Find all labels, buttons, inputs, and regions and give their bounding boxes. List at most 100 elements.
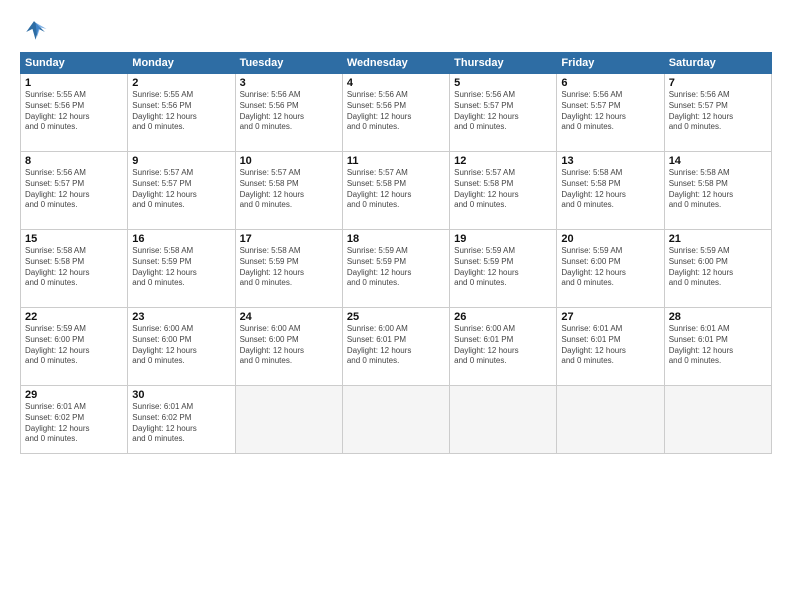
- day-info: Sunrise: 5:55 AM Sunset: 5:56 PM Dayligh…: [132, 90, 230, 133]
- calendar-header-thursday: Thursday: [450, 53, 557, 74]
- day-info: Sunrise: 5:58 AM Sunset: 5:58 PM Dayligh…: [25, 246, 123, 289]
- logo: [20, 18, 52, 46]
- day-number: 8: [25, 155, 123, 167]
- calendar-cell: 20Sunrise: 5:59 AM Sunset: 6:00 PM Dayli…: [557, 230, 664, 308]
- calendar-table: SundayMondayTuesdayWednesdayThursdayFrid…: [20, 52, 772, 454]
- day-number: 12: [454, 155, 552, 167]
- day-number: 23: [132, 311, 230, 323]
- day-number: 24: [240, 311, 338, 323]
- calendar-cell: 24Sunrise: 6:00 AM Sunset: 6:00 PM Dayli…: [235, 308, 342, 386]
- day-number: 27: [561, 311, 659, 323]
- calendar-header-row: SundayMondayTuesdayWednesdayThursdayFrid…: [21, 53, 772, 74]
- calendar-cell: 29Sunrise: 6:01 AM Sunset: 6:02 PM Dayli…: [21, 386, 128, 454]
- calendar-cell: 4Sunrise: 5:56 AM Sunset: 5:56 PM Daylig…: [342, 74, 449, 152]
- calendar-cell: [557, 386, 664, 454]
- calendar-cell: 22Sunrise: 5:59 AM Sunset: 6:00 PM Dayli…: [21, 308, 128, 386]
- calendar-week-1: 8Sunrise: 5:56 AM Sunset: 5:57 PM Daylig…: [21, 152, 772, 230]
- day-info: Sunrise: 5:56 AM Sunset: 5:57 PM Dayligh…: [25, 168, 123, 211]
- day-number: 5: [454, 77, 552, 89]
- day-number: 9: [132, 155, 230, 167]
- day-info: Sunrise: 5:56 AM Sunset: 5:57 PM Dayligh…: [454, 90, 552, 133]
- calendar-cell: 7Sunrise: 5:56 AM Sunset: 5:57 PM Daylig…: [664, 74, 771, 152]
- day-info: Sunrise: 6:01 AM Sunset: 6:02 PM Dayligh…: [25, 402, 123, 445]
- day-info: Sunrise: 5:56 AM Sunset: 5:57 PM Dayligh…: [669, 90, 767, 133]
- day-number: 11: [347, 155, 445, 167]
- calendar-header-saturday: Saturday: [664, 53, 771, 74]
- calendar-cell: 10Sunrise: 5:57 AM Sunset: 5:58 PM Dayli…: [235, 152, 342, 230]
- day-info: Sunrise: 5:56 AM Sunset: 5:56 PM Dayligh…: [240, 90, 338, 133]
- day-number: 20: [561, 233, 659, 245]
- day-number: 19: [454, 233, 552, 245]
- page: SundayMondayTuesdayWednesdayThursdayFrid…: [0, 0, 792, 612]
- calendar-cell: 13Sunrise: 5:58 AM Sunset: 5:58 PM Dayli…: [557, 152, 664, 230]
- calendar-cell: 9Sunrise: 5:57 AM Sunset: 5:57 PM Daylig…: [128, 152, 235, 230]
- calendar-cell: 26Sunrise: 6:00 AM Sunset: 6:01 PM Dayli…: [450, 308, 557, 386]
- calendar-cell: [235, 386, 342, 454]
- calendar-cell: 23Sunrise: 6:00 AM Sunset: 6:00 PM Dayli…: [128, 308, 235, 386]
- calendar-cell: [450, 386, 557, 454]
- calendar-cell: 3Sunrise: 5:56 AM Sunset: 5:56 PM Daylig…: [235, 74, 342, 152]
- day-number: 18: [347, 233, 445, 245]
- day-number: 7: [669, 77, 767, 89]
- day-info: Sunrise: 5:57 AM Sunset: 5:58 PM Dayligh…: [454, 168, 552, 211]
- day-info: Sunrise: 5:59 AM Sunset: 5:59 PM Dayligh…: [454, 246, 552, 289]
- calendar-header-monday: Monday: [128, 53, 235, 74]
- day-info: Sunrise: 5:57 AM Sunset: 5:58 PM Dayligh…: [347, 168, 445, 211]
- calendar-cell: [664, 386, 771, 454]
- calendar-cell: 2Sunrise: 5:55 AM Sunset: 5:56 PM Daylig…: [128, 74, 235, 152]
- day-info: Sunrise: 6:01 AM Sunset: 6:01 PM Dayligh…: [561, 324, 659, 367]
- calendar-cell: 28Sunrise: 6:01 AM Sunset: 6:01 PM Dayli…: [664, 308, 771, 386]
- day-number: 1: [25, 77, 123, 89]
- day-number: 10: [240, 155, 338, 167]
- calendar-cell: 1Sunrise: 5:55 AM Sunset: 5:56 PM Daylig…: [21, 74, 128, 152]
- day-number: 17: [240, 233, 338, 245]
- day-info: Sunrise: 5:59 AM Sunset: 6:00 PM Dayligh…: [561, 246, 659, 289]
- day-number: 16: [132, 233, 230, 245]
- day-number: 28: [669, 311, 767, 323]
- calendar-cell: 21Sunrise: 5:59 AM Sunset: 6:00 PM Dayli…: [664, 230, 771, 308]
- day-number: 15: [25, 233, 123, 245]
- day-info: Sunrise: 6:00 AM Sunset: 6:00 PM Dayligh…: [240, 324, 338, 367]
- calendar-cell: 19Sunrise: 5:59 AM Sunset: 5:59 PM Dayli…: [450, 230, 557, 308]
- calendar-cell: 17Sunrise: 5:58 AM Sunset: 5:59 PM Dayli…: [235, 230, 342, 308]
- day-number: 3: [240, 77, 338, 89]
- calendar-week-4: 29Sunrise: 6:01 AM Sunset: 6:02 PM Dayli…: [21, 386, 772, 454]
- day-info: Sunrise: 5:58 AM Sunset: 5:59 PM Dayligh…: [240, 246, 338, 289]
- calendar-header-sunday: Sunday: [21, 53, 128, 74]
- day-info: Sunrise: 5:56 AM Sunset: 5:56 PM Dayligh…: [347, 90, 445, 133]
- day-number: 21: [669, 233, 767, 245]
- day-info: Sunrise: 5:55 AM Sunset: 5:56 PM Dayligh…: [25, 90, 123, 133]
- day-info: Sunrise: 6:01 AM Sunset: 6:01 PM Dayligh…: [669, 324, 767, 367]
- calendar-week-3: 22Sunrise: 5:59 AM Sunset: 6:00 PM Dayli…: [21, 308, 772, 386]
- day-number: 22: [25, 311, 123, 323]
- day-info: Sunrise: 5:57 AM Sunset: 5:58 PM Dayligh…: [240, 168, 338, 211]
- day-info: Sunrise: 5:58 AM Sunset: 5:58 PM Dayligh…: [561, 168, 659, 211]
- day-info: Sunrise: 5:58 AM Sunset: 5:59 PM Dayligh…: [132, 246, 230, 289]
- calendar-cell: 16Sunrise: 5:58 AM Sunset: 5:59 PM Dayli…: [128, 230, 235, 308]
- calendar-cell: 30Sunrise: 6:01 AM Sunset: 6:02 PM Dayli…: [128, 386, 235, 454]
- calendar-cell: 27Sunrise: 6:01 AM Sunset: 6:01 PM Dayli…: [557, 308, 664, 386]
- header: [20, 18, 772, 46]
- day-number: 2: [132, 77, 230, 89]
- calendar-cell: 25Sunrise: 6:00 AM Sunset: 6:01 PM Dayli…: [342, 308, 449, 386]
- day-info: Sunrise: 5:56 AM Sunset: 5:57 PM Dayligh…: [561, 90, 659, 133]
- calendar-week-2: 15Sunrise: 5:58 AM Sunset: 5:58 PM Dayli…: [21, 230, 772, 308]
- day-number: 6: [561, 77, 659, 89]
- day-info: Sunrise: 5:58 AM Sunset: 5:58 PM Dayligh…: [669, 168, 767, 211]
- calendar-header-friday: Friday: [557, 53, 664, 74]
- calendar-cell: 5Sunrise: 5:56 AM Sunset: 5:57 PM Daylig…: [450, 74, 557, 152]
- day-number: 26: [454, 311, 552, 323]
- day-number: 4: [347, 77, 445, 89]
- day-number: 29: [25, 389, 123, 401]
- logo-icon: [20, 18, 48, 46]
- day-info: Sunrise: 5:59 AM Sunset: 6:00 PM Dayligh…: [669, 246, 767, 289]
- calendar-cell: 15Sunrise: 5:58 AM Sunset: 5:58 PM Dayli…: [21, 230, 128, 308]
- calendar-cell: 6Sunrise: 5:56 AM Sunset: 5:57 PM Daylig…: [557, 74, 664, 152]
- calendar-cell: [342, 386, 449, 454]
- day-number: 13: [561, 155, 659, 167]
- calendar-cell: 12Sunrise: 5:57 AM Sunset: 5:58 PM Dayli…: [450, 152, 557, 230]
- day-info: Sunrise: 5:59 AM Sunset: 5:59 PM Dayligh…: [347, 246, 445, 289]
- day-info: Sunrise: 6:00 AM Sunset: 6:01 PM Dayligh…: [347, 324, 445, 367]
- day-info: Sunrise: 5:57 AM Sunset: 5:57 PM Dayligh…: [132, 168, 230, 211]
- calendar-week-0: 1Sunrise: 5:55 AM Sunset: 5:56 PM Daylig…: [21, 74, 772, 152]
